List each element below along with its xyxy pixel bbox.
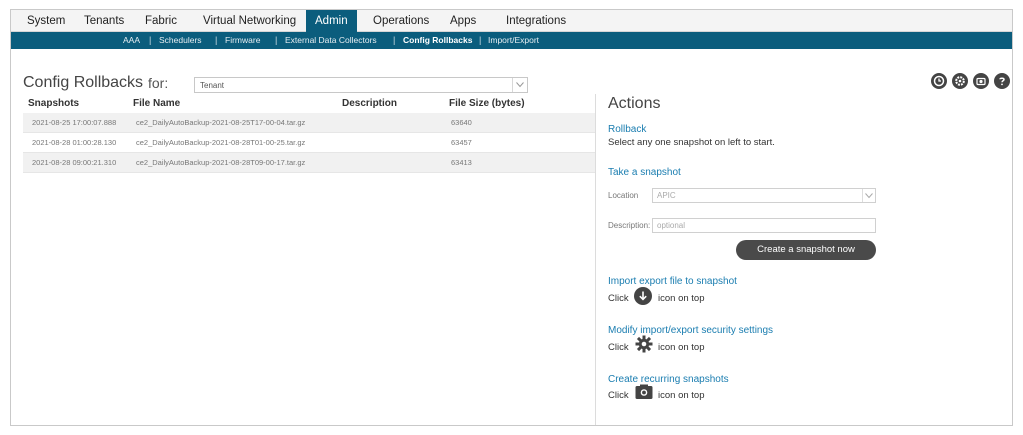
app-frame: System Tenants Fabric Virtual Networking… xyxy=(10,9,1013,426)
page-title: Config Rollbacks xyxy=(23,74,144,91)
camera-icon xyxy=(635,384,653,399)
table-row[interactable]: 2021-08-28 01:00:28.130 ce2_DailyAutoBac… xyxy=(23,133,595,153)
scope-select[interactable]: Tenant xyxy=(194,77,528,93)
icon-on-top-text: icon on top xyxy=(658,390,705,401)
subnav-separator: | xyxy=(393,35,396,45)
rollback-link[interactable]: Rollback xyxy=(608,124,646,135)
location-label: Location xyxy=(608,191,639,200)
description-label: Description: xyxy=(608,221,651,230)
gear-icon xyxy=(635,335,653,353)
create-snapshot-button[interactable]: Create a snapshot now xyxy=(736,240,876,260)
rollback-help-text: Select any one snapshot on left to start… xyxy=(608,137,775,148)
subnav-firmware[interactable]: Firmware xyxy=(225,32,260,49)
subnav-config-rollbacks[interactable]: Config Rollbacks xyxy=(403,32,472,49)
click-word: Click xyxy=(608,342,629,353)
click-word: Click xyxy=(608,390,629,401)
subnav-separator: | xyxy=(149,35,152,45)
panel-divider xyxy=(595,94,596,425)
table-row[interactable]: 2021-08-28 09:00:21.310 ce2_DailyAutoBac… xyxy=(23,153,595,173)
description-placeholder: optional xyxy=(657,221,686,230)
table-row[interactable]: 2021-08-25 17:00:07.888 ce2_DailyAutoBac… xyxy=(23,113,595,133)
chevron-down-icon xyxy=(512,78,527,92)
create-recurring-snapshots-link[interactable]: Create recurring snapshots xyxy=(608,374,729,385)
file-size-cell: 63457 xyxy=(451,138,472,147)
tab-apps[interactable]: Apps xyxy=(441,10,485,32)
column-header-snapshots[interactable]: Snapshots xyxy=(28,98,79,109)
icon-on-top-text: icon on top xyxy=(658,293,705,304)
take-snapshot-link[interactable]: Take a snapshot xyxy=(608,167,681,178)
file-name-cell: ce2_DailyAutoBackup-2021-08-28T09-00-17.… xyxy=(136,158,306,167)
for-label: for: xyxy=(148,75,169,91)
top-nav: System Tenants Fabric Virtual Networking… xyxy=(11,10,1012,32)
subnav-separator: | xyxy=(479,35,482,45)
tab-integrations[interactable]: Integrations xyxy=(497,10,575,32)
gear-icon[interactable] xyxy=(952,73,968,89)
download-icon xyxy=(634,287,652,305)
location-value: APIC xyxy=(657,191,676,200)
snapshot-cell: 2021-08-25 17:00:07.888 xyxy=(32,118,117,127)
column-header-file-size[interactable]: File Size (bytes) xyxy=(449,98,525,109)
file-name-cell: ce2_DailyAutoBackup-2021-08-25T17-00-04.… xyxy=(136,118,306,127)
file-name-cell: ce2_DailyAutoBackup-2021-08-28T01-00-25.… xyxy=(136,138,306,147)
file-size-cell: 63640 xyxy=(451,118,472,127)
location-select[interactable]: APIC xyxy=(652,188,876,203)
scope-select-value: Tenant xyxy=(200,81,225,90)
help-icon[interactable] xyxy=(994,73,1010,89)
import-export-file-link[interactable]: Import export file to snapshot xyxy=(608,276,737,287)
column-header-description[interactable]: Description xyxy=(342,98,397,109)
snapshot-cell: 2021-08-28 01:00:28.130 xyxy=(32,138,117,147)
tab-virtual-networking[interactable]: Virtual Networking xyxy=(194,10,305,32)
description-input[interactable]: optional xyxy=(652,218,876,233)
actions-title: Actions xyxy=(608,95,661,112)
tab-tenants[interactable]: Tenants xyxy=(75,10,133,32)
file-size-cell: 63413 xyxy=(451,158,472,167)
subnav-schedulers[interactable]: Schedulers xyxy=(159,32,202,49)
camera-icon[interactable] xyxy=(973,73,989,89)
tab-admin[interactable]: Admin xyxy=(306,10,357,32)
subnav-separator: | xyxy=(215,35,218,45)
click-word: Click xyxy=(608,293,629,304)
modify-security-settings-link[interactable]: Modify import/export security settings xyxy=(608,325,773,336)
tab-fabric[interactable]: Fabric xyxy=(136,10,186,32)
subnav-import-export[interactable]: Import/Export xyxy=(488,32,539,49)
subnav-aaa[interactable]: AAA xyxy=(123,32,140,49)
tab-system[interactable]: System xyxy=(18,10,74,32)
subnav-separator: | xyxy=(275,35,278,45)
icon-on-top-text: icon on top xyxy=(658,342,705,353)
chevron-down-icon xyxy=(862,189,875,202)
subnav-external-data-collectors[interactable]: External Data Collectors xyxy=(285,32,377,49)
column-header-file-name[interactable]: File Name xyxy=(133,98,180,109)
tab-operations[interactable]: Operations xyxy=(364,10,438,32)
clock-icon[interactable] xyxy=(931,73,947,89)
sub-nav: AAA | Schedulers | Firmware | External D… xyxy=(11,32,1012,49)
snapshot-cell: 2021-08-28 09:00:21.310 xyxy=(32,158,117,167)
